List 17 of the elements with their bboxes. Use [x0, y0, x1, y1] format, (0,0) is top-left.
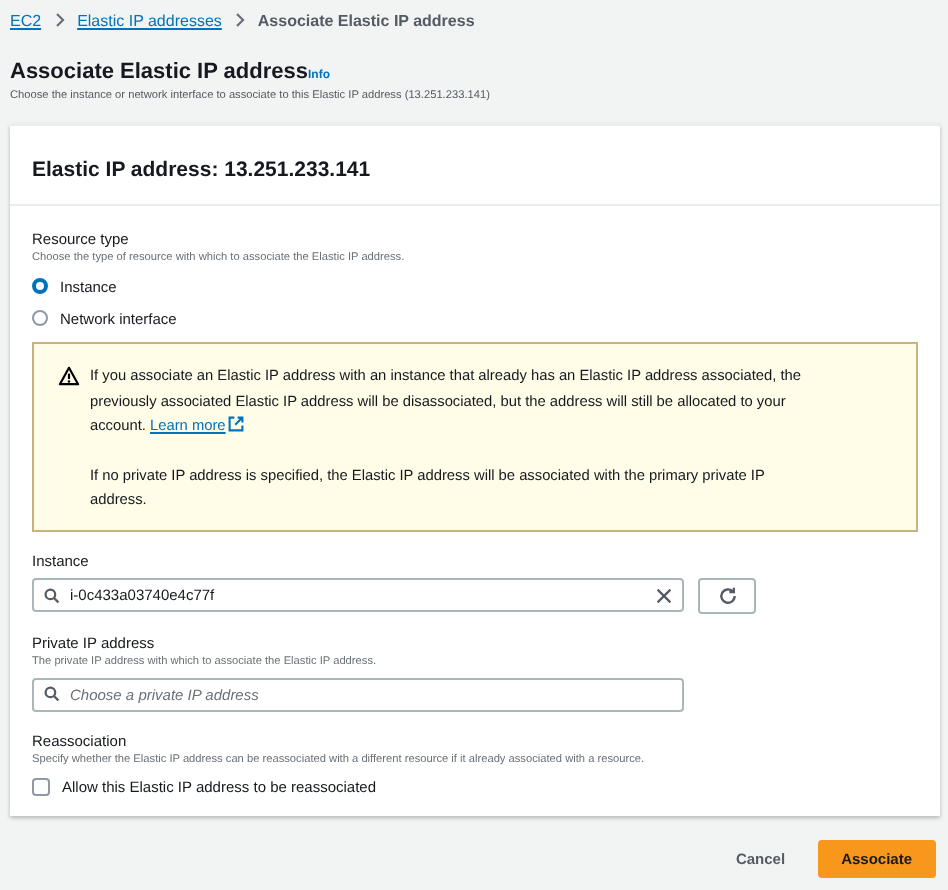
refresh-icon — [717, 585, 737, 606]
checkbox[interactable] — [32, 778, 50, 797]
page-title: Associate Elastic IP address — [10, 60, 308, 84]
breadcrumb-current: Associate Elastic IP address — [257, 11, 475, 29]
external-link-icon — [227, 416, 244, 433]
breadcrumb-link[interactable]: EC2 — [10, 11, 42, 29]
warning-icon — [58, 366, 80, 386]
chevron-icon — [53, 12, 66, 28]
card-title: Elastic IP address: 13.251.233.141 — [32, 158, 371, 182]
search-icon — [44, 686, 60, 703]
radio-button[interactable] — [32, 278, 48, 294]
clear-icon[interactable] — [656, 587, 672, 604]
chevron-icon — [233, 12, 246, 28]
breadcrumb-link[interactable]: Elastic IP addresses — [77, 11, 222, 29]
search-icon — [44, 587, 60, 604]
radio-button[interactable] — [32, 310, 48, 326]
refresh-button[interactable] — [698, 577, 756, 614]
